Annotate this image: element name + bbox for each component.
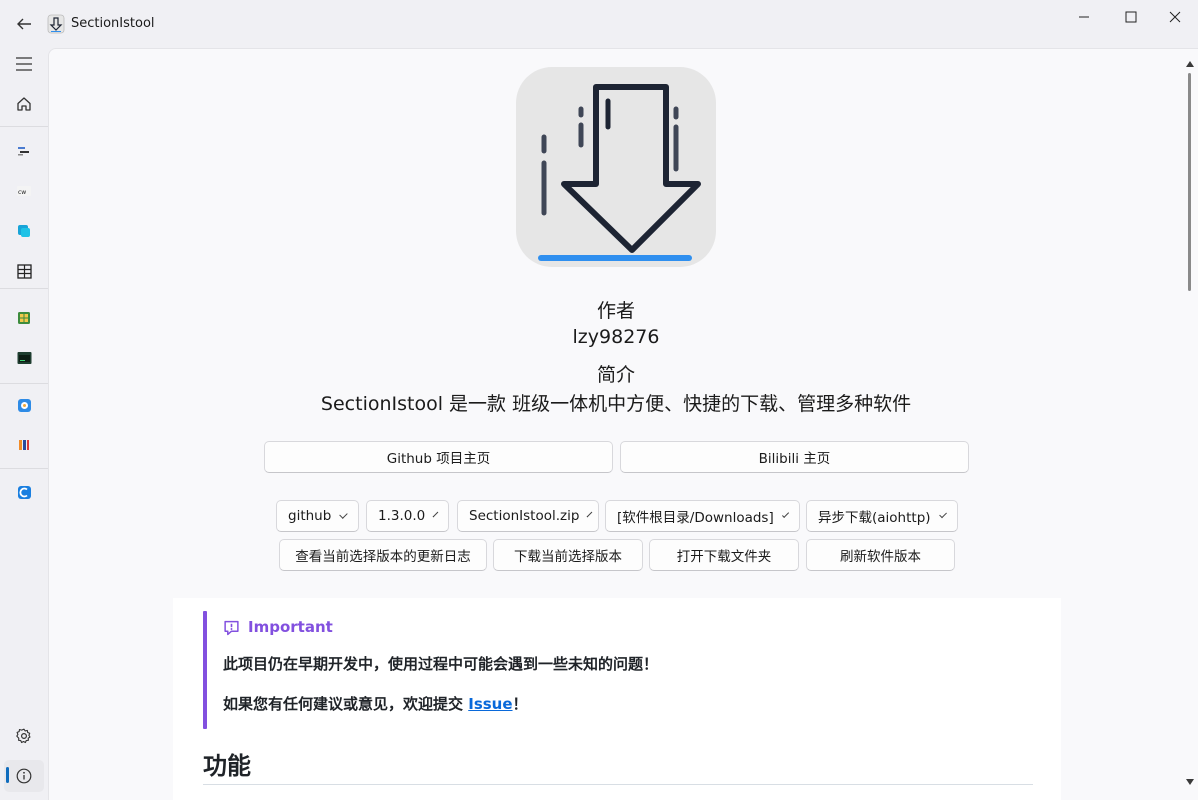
nav-app-4[interactable]	[4, 255, 44, 287]
nav-app-7[interactable]	[4, 389, 44, 421]
nav-selection-indicator	[6, 767, 9, 783]
nav-app-8[interactable]	[4, 429, 44, 461]
app-icon-4	[16, 263, 32, 279]
app-icon-9	[17, 485, 31, 499]
report-icon	[223, 619, 240, 636]
app-icon-3	[18, 225, 30, 237]
back-button[interactable]	[12, 12, 36, 36]
chevron-down-icon	[339, 509, 348, 519]
maximize-icon	[1125, 11, 1137, 23]
bilibili-homepage-button[interactable]: Bilibili 主页	[620, 441, 969, 473]
mode-value: 异步下载(aiohttp)	[818, 510, 931, 526]
app-logo-icon	[47, 14, 65, 34]
app-icon-7	[17, 398, 31, 412]
scroll-up-arrow-icon[interactable]	[1186, 61, 1194, 67]
alert-line-2-suffix: ！	[512, 695, 528, 713]
nav-app-6[interactable]	[4, 342, 44, 374]
issue-link[interactable]: Issue	[468, 695, 512, 713]
nav-settings[interactable]	[4, 720, 44, 752]
file-value: SectionIstool.zip	[469, 508, 580, 524]
app-icon-8	[19, 440, 29, 450]
app-icon-5	[18, 312, 30, 324]
source-value: github	[288, 508, 332, 524]
nav-separator	[0, 288, 48, 289]
hamburger-menu-icon	[16, 57, 32, 71]
changelog-button[interactable]: 查看当前选择版本的更新日志	[279, 539, 487, 571]
alert-line-2: 如果您有任何建议或意见，欢迎提交 Issue！	[223, 693, 528, 714]
important-alert-title: Important	[223, 618, 333, 636]
vertical-scrollbar[interactable]	[1182, 49, 1198, 800]
author-name: lzy98276	[572, 326, 660, 348]
path-dropdown[interactable]: [软件根目录/Downloads]	[605, 500, 800, 532]
maximize-button[interactable]	[1108, 6, 1154, 28]
minimize-button[interactable]	[1061, 6, 1107, 28]
download-version-button[interactable]: 下载当前选择版本	[493, 539, 643, 571]
features-heading: 功能	[203, 752, 251, 780]
title-bar: SectionIstool	[0, 0, 1198, 48]
file-dropdown[interactable]: SectionIstool.zip	[457, 500, 599, 532]
chevron-down-icon	[938, 509, 947, 519]
source-dropdown[interactable]: github	[276, 500, 359, 532]
app-logo-icon	[516, 67, 716, 267]
nav-app-3[interactable]	[4, 215, 44, 247]
nav-menu-toggle[interactable]	[4, 48, 44, 80]
github-homepage-button[interactable]: Github 项目主页	[264, 441, 613, 473]
app-icon-6	[17, 352, 31, 364]
nav-app-5[interactable]	[4, 302, 44, 334]
refresh-versions-button[interactable]: 刷新软件版本	[806, 539, 955, 571]
alert-title-text: Important	[248, 618, 333, 636]
intro-label: 简介	[596, 364, 635, 386]
nav-app-1[interactable]	[4, 135, 44, 167]
author-label: 作者	[596, 300, 635, 322]
info-icon	[16, 768, 32, 784]
nav-app-2[interactable]: cw	[4, 175, 44, 207]
path-value: [软件根目录/Downloads]	[617, 510, 774, 526]
readme-panel: Important 此项目仍在早期开发中，使用过程中可能会遇到一些未知的问题！ …	[173, 598, 1061, 800]
app-icon-1	[18, 147, 29, 156]
nav-home[interactable]	[4, 88, 44, 120]
chevron-down-icon	[587, 511, 593, 517]
version-dropdown[interactable]: 1.3.0.0	[366, 500, 449, 532]
nav-separator	[0, 468, 48, 469]
about-page: 作者 lzy98276 简介 SectionIstool 是一款 班级一体机中方…	[48, 48, 1198, 800]
navigation-rail: cw	[0, 48, 48, 800]
alert-line-2-prefix: 如果您有任何建议或意见，欢迎提交	[223, 695, 469, 713]
version-value: 1.3.0.0	[378, 508, 426, 524]
minimize-icon	[1079, 16, 1089, 18]
settings-icon	[16, 728, 31, 744]
alert-line-1: 此项目仍在早期开发中，使用过程中可能会遇到一些未知的问题！	[223, 655, 659, 673]
svg-text:cw: cw	[18, 189, 26, 196]
chevron-down-icon	[432, 511, 439, 517]
important-alert-bar	[203, 611, 207, 729]
home-icon	[17, 97, 31, 111]
close-icon	[1169, 11, 1181, 23]
app-icon-2: cw	[17, 186, 31, 196]
nav-separator	[0, 383, 48, 384]
heading-divider	[203, 784, 1033, 785]
window-title: SectionIstool	[71, 16, 155, 31]
download-mode-dropdown[interactable]: 异步下载(aiohttp)	[806, 500, 958, 532]
nav-app-9[interactable]	[4, 476, 44, 508]
close-button[interactable]	[1152, 6, 1198, 28]
chevron-down-icon	[781, 510, 789, 518]
scroll-thumb[interactable]	[1188, 73, 1191, 291]
back-arrow-icon	[17, 18, 31, 30]
nav-about[interactable]	[4, 760, 44, 792]
nav-separator	[0, 126, 48, 127]
scroll-down-arrow-icon[interactable]	[1186, 779, 1194, 785]
open-download-folder-button[interactable]: 打开下载文件夹	[649, 539, 799, 571]
intro-text: SectionIstool 是一款 班级一体机中方便、快捷的下载、管理多种软件	[320, 393, 912, 415]
